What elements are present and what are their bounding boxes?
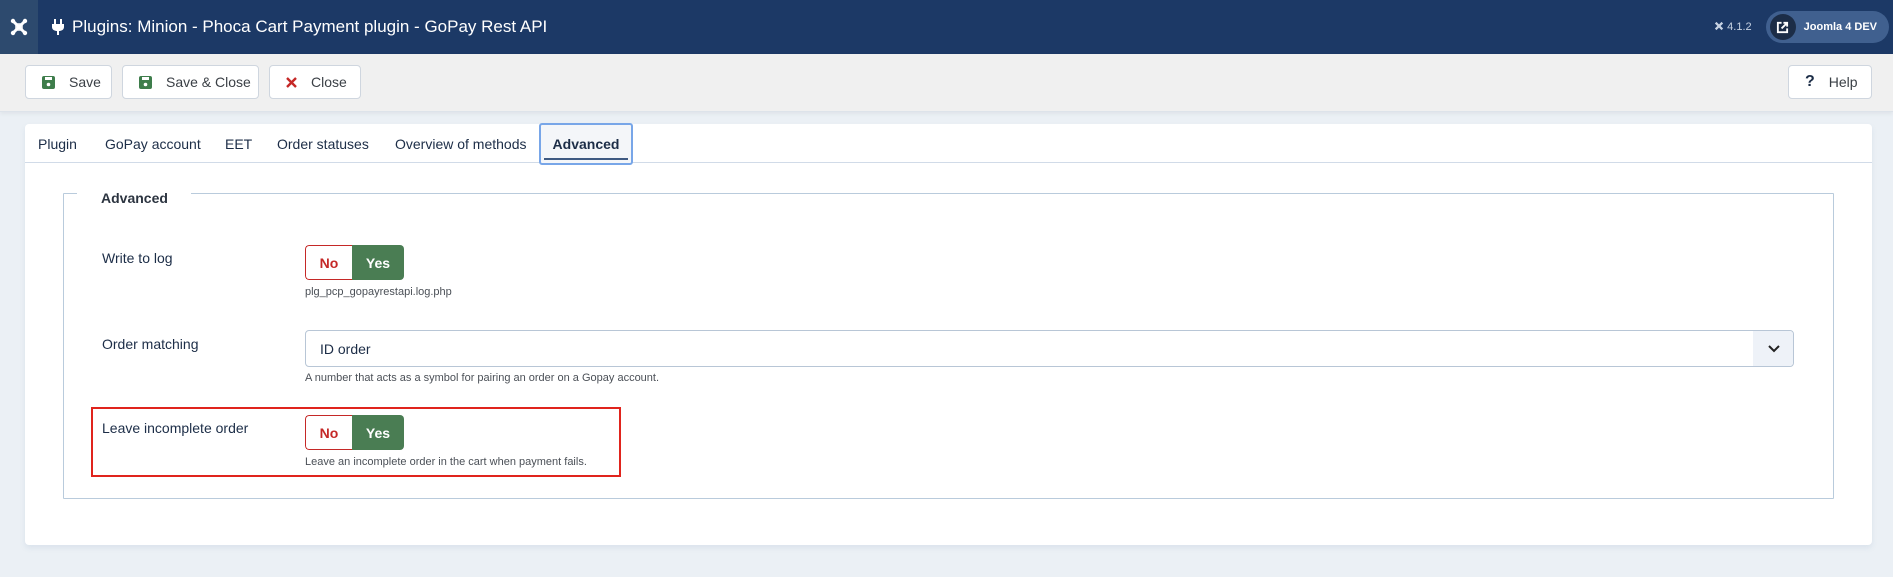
joomla-version: 4.1.2 [1714,21,1752,34]
view-site-button[interactable]: Joomla 4 DEV [1765,11,1889,43]
toolbar: Save Save & Close Close ? Help [0,54,1893,112]
help-label: Help [1828,74,1858,90]
leave-incomplete-order-no[interactable]: No [305,415,352,450]
help-button[interactable]: ? Help [1788,65,1872,99]
tab-plugin[interactable]: Plugin [38,124,77,164]
order-matching-select[interactable]: ID order [305,330,1794,367]
tab-label: Order statuses [277,136,369,152]
write-to-log-yes[interactable]: Yes [352,245,404,280]
joomla-small-icon [1714,21,1724,34]
tab-overview-of-methods[interactable]: Overview of methods [395,124,527,164]
close-icon [286,76,297,88]
version-text: 4.1.2 [1727,21,1752,33]
save-icon [42,75,55,89]
save-icon [139,75,152,89]
leave-incomplete-order-switch: No Yes [305,415,404,450]
write-to-log-label: Write to log [102,250,173,266]
page-title-text: Plugins: Minion - Phoca Cart Payment plu… [72,17,548,36]
top-header: Plugins: Minion - Phoca Cart Payment plu… [0,0,1893,54]
fieldset-legend: Advanced [77,190,191,206]
write-to-log-no[interactable]: No [305,245,352,280]
tab-advanced[interactable]: Advanced [539,123,633,165]
leave-incomplete-order-yes[interactable]: Yes [352,415,404,450]
save-close-button[interactable]: Save & Close [122,65,259,99]
order-matching-value: ID order [320,340,371,357]
page-title: Plugins: Minion - Phoca Cart Payment plu… [52,17,547,37]
plug-icon [52,19,64,35]
tab-order-statuses[interactable]: Order statuses [277,124,369,164]
site-button-label: Joomla 4 DEV [1803,21,1877,33]
leave-incomplete-order-label: Leave incomplete order [102,420,249,436]
save-close-label: Save & Close [166,74,251,90]
order-matching-hint: A number that acts as a symbol for pairi… [305,372,660,384]
write-to-log-hint: plg_pcp_gopayrestapi.log.php [305,286,452,298]
order-matching-label: Order matching [102,336,199,352]
leave-incomplete-order-hint: Leave an incomplete order in the cart wh… [305,456,587,468]
tab-label: Overview of methods [395,136,527,152]
tab-label: Plugin [38,136,77,152]
close-label: Close [311,74,347,90]
settings-card: Plugin GoPay account EET Order statuses … [25,123,1872,545]
save-label: Save [69,74,101,90]
tab-label: GoPay account [105,136,201,152]
external-link-icon [1769,14,1796,40]
close-button[interactable]: Close [269,65,361,99]
question-icon: ? [1805,73,1815,90]
joomla-logo-icon[interactable] [0,0,38,54]
tab-label: Advanced [552,136,620,152]
write-to-log-switch: No Yes [305,245,404,280]
tab-label: EET [225,136,253,152]
tab-bar: Plugin GoPay account EET Order statuses … [25,123,1872,165]
tab-eet[interactable]: EET [225,124,252,164]
chevron-down-icon [1753,331,1793,366]
tab-gopay-account[interactable]: GoPay account [105,124,201,164]
save-button[interactable]: Save [25,65,112,99]
